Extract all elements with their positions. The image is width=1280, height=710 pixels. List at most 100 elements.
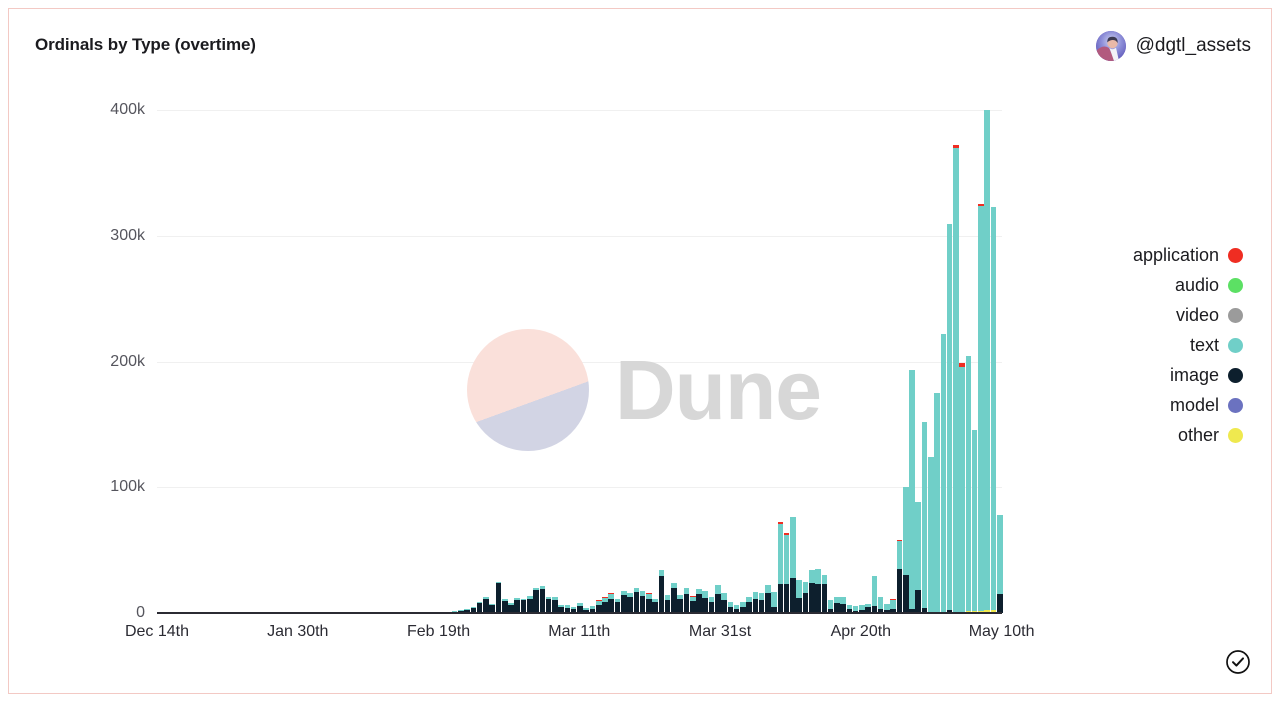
bar-column[interactable] <box>671 110 677 613</box>
bar-column[interactable] <box>827 110 834 613</box>
bar-column[interactable] <box>902 110 909 613</box>
bar-column[interactable] <box>476 110 483 613</box>
bar-column[interactable] <box>308 110 314 613</box>
bar-column[interactable] <box>283 110 289 613</box>
bar-column[interactable] <box>740 110 746 613</box>
bar-column[interactable] <box>834 110 840 613</box>
bar-column[interactable] <box>245 110 251 613</box>
bar-column[interactable] <box>602 110 608 613</box>
bar-column[interactable] <box>621 110 627 613</box>
bar-column[interactable] <box>984 110 990 613</box>
bar-column[interactable] <box>389 110 395 613</box>
bar-column[interactable] <box>771 110 777 613</box>
bar-column[interactable] <box>765 110 771 613</box>
bar-column[interactable] <box>840 110 846 613</box>
bar-column[interactable] <box>258 110 264 613</box>
bar-column[interactable] <box>915 110 922 613</box>
bar-column[interactable] <box>201 110 207 613</box>
bar-column[interactable] <box>464 110 470 613</box>
bar-column[interactable] <box>170 110 176 613</box>
bar-column[interactable] <box>928 110 934 613</box>
bar-column[interactable] <box>940 110 947 613</box>
bar-column[interactable] <box>558 110 564 613</box>
bar-column[interactable] <box>358 110 364 613</box>
bar-column[interactable] <box>978 110 984 613</box>
bar-column[interactable] <box>421 110 427 613</box>
bar-column[interactable] <box>808 110 815 613</box>
bar-column[interactable] <box>746 110 752 613</box>
bar-column[interactable] <box>427 110 433 613</box>
bar-column[interactable] <box>207 110 213 613</box>
bar-column[interactable] <box>289 110 295 613</box>
bar-column[interactable] <box>433 110 439 613</box>
bar-column[interactable] <box>689 110 696 613</box>
legend-item-application[interactable]: application <box>1133 245 1243 266</box>
bar-column[interactable] <box>821 110 828 613</box>
bar-column[interactable] <box>733 110 740 613</box>
bar-column[interactable] <box>702 110 709 613</box>
bar-column[interactable] <box>909 110 915 613</box>
bar-column[interactable] <box>226 110 232 613</box>
bar-column[interactable] <box>339 110 345 613</box>
bar-column[interactable] <box>614 110 621 613</box>
bar-column[interactable] <box>846 110 853 613</box>
bar-column[interactable] <box>646 110 652 613</box>
bar-column[interactable] <box>890 110 896 613</box>
bar-column[interactable] <box>896 110 903 613</box>
bar-column[interactable] <box>971 110 978 613</box>
bar-column[interactable] <box>570 110 577 613</box>
bar-column[interactable] <box>652 110 658 613</box>
bar-column[interactable] <box>677 110 683 613</box>
bar-column[interactable] <box>946 110 953 613</box>
legend-item-video[interactable]: video <box>1133 305 1243 326</box>
bar-column[interactable] <box>301 110 307 613</box>
bar-column[interactable] <box>990 110 997 613</box>
bar-column[interactable] <box>996 110 1003 613</box>
bar-column[interactable] <box>220 110 226 613</box>
bar-column[interactable] <box>552 110 558 613</box>
bar-column[interactable] <box>777 110 784 613</box>
bar-column[interactable] <box>458 110 464 613</box>
bar-column[interactable] <box>884 110 890 613</box>
bar-column[interactable] <box>264 110 270 613</box>
bar-column[interactable] <box>327 110 333 613</box>
bar-column[interactable] <box>539 110 546 613</box>
bar-column[interactable] <box>595 110 602 613</box>
bar-column[interactable] <box>489 110 495 613</box>
bar-column[interactable] <box>852 110 859 613</box>
bar-column[interactable] <box>589 110 596 613</box>
author-badge[interactable]: @dgtl_assets <box>1095 31 1251 61</box>
bar-column[interactable] <box>859 110 865 613</box>
bar-column[interactable] <box>345 110 351 613</box>
bar-column[interactable] <box>270 110 276 613</box>
bar-column[interactable] <box>714 110 721 613</box>
legend-item-model[interactable]: model <box>1133 395 1243 416</box>
bar-column[interactable] <box>377 110 383 613</box>
bar-column[interactable] <box>157 110 163 613</box>
bar-column[interactable] <box>446 110 452 613</box>
bar-column[interactable] <box>314 110 320 613</box>
bar-column[interactable] <box>934 110 940 613</box>
bar-column[interactable] <box>965 110 972 613</box>
bar-column[interactable] <box>451 110 458 613</box>
bar-column[interactable] <box>333 110 339 613</box>
bar-column[interactable] <box>815 110 821 613</box>
bar-column[interactable] <box>721 110 727 613</box>
bar-column[interactable] <box>514 110 521 613</box>
bar-column[interactable] <box>727 110 734 613</box>
bar-column[interactable] <box>364 110 370 613</box>
bar-column[interactable] <box>664 110 671 613</box>
bar-column[interactable] <box>414 110 420 613</box>
check-circle-icon[interactable] <box>1225 649 1251 675</box>
bar-column[interactable] <box>752 110 759 613</box>
bar-column[interactable] <box>708 110 715 613</box>
author-handle[interactable]: @dgtl_assets <box>1136 35 1251 57</box>
bar-column[interactable] <box>276 110 282 613</box>
legend-item-audio[interactable]: audio <box>1133 275 1243 296</box>
bar-column[interactable] <box>508 110 514 613</box>
bar-column[interactable] <box>758 110 765 613</box>
legend-item-text[interactable]: text <box>1133 335 1243 356</box>
bar-column[interactable] <box>865 110 871 613</box>
bar-column[interactable] <box>527 110 533 613</box>
bar-column[interactable] <box>520 110 527 613</box>
